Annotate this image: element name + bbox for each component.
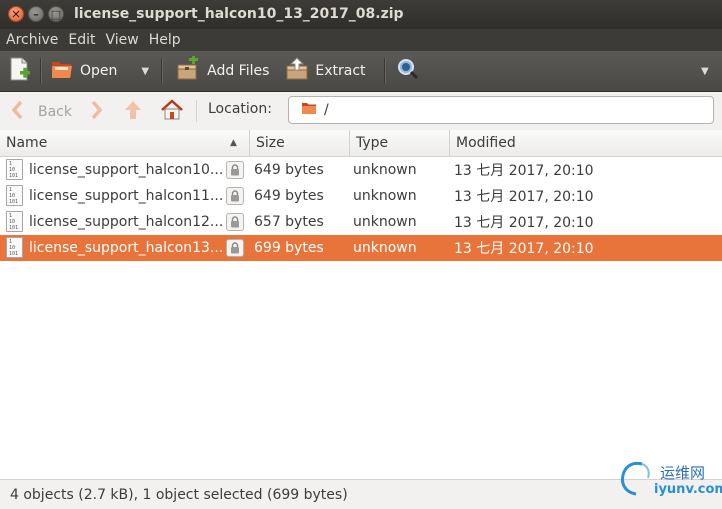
file-modified: 13 七月 2017, 20:10	[454, 215, 594, 231]
file-modified: 13 七月 2017, 20:10	[454, 241, 594, 257]
folder-icon	[301, 101, 317, 119]
menu-edit[interactable]: Edit	[64, 32, 99, 48]
chevron-left-icon	[10, 99, 24, 125]
title-bar: ✕ – □ license_support_halcon10_13_2017_0…	[0, 0, 722, 29]
menu-view[interactable]: View	[102, 32, 143, 48]
minimize-window-button[interactable]: –	[28, 6, 44, 22]
home-button[interactable]	[160, 98, 184, 126]
status-text: 4 objects (2.7 kB), 1 object selected (6…	[10, 486, 348, 503]
add-files-label: Add Files	[207, 63, 270, 79]
location-label: Location:	[208, 101, 272, 117]
toolbar-separator	[161, 58, 164, 84]
file-size: 699 bytes	[254, 240, 324, 256]
open-archive-icon	[50, 57, 74, 85]
column-header-modified[interactable]: Modified	[450, 130, 722, 156]
extract-label: Extract	[315, 63, 366, 79]
menu-archive[interactable]: Archive	[2, 32, 62, 48]
file-name: license_support_halcon11...	[29, 188, 224, 204]
menu-help[interactable]: Help	[145, 32, 185, 48]
toolbar: Open ▼ Add Files Extract ▼	[0, 51, 722, 92]
back-button[interactable]: Back	[10, 99, 72, 125]
file-icon: 1 10 101	[6, 185, 23, 206]
watermark-logo: 运维网 iyunv.com	[618, 456, 722, 504]
watermark-swirl-icon	[621, 461, 650, 496]
column-header-row: Name ▲ Size Type Modified	[0, 130, 722, 157]
extract-button[interactable]: Extract	[285, 55, 366, 87]
column-header-name[interactable]: Name ▲	[0, 130, 250, 156]
file-type: unknown	[353, 240, 417, 256]
status-bar: 4 objects (2.7 kB), 1 object selected (6…	[0, 479, 722, 509]
maximize-icon: □	[50, 7, 62, 21]
toolbar-separator	[40, 58, 42, 84]
lock-icon	[226, 161, 244, 179]
watermark-line1: 运维网	[660, 464, 706, 482]
toolbar-separator	[383, 58, 386, 84]
back-label: Back	[38, 104, 72, 120]
location-bar: Back Location: /	[0, 92, 722, 131]
file-type: unknown	[353, 214, 417, 230]
minimize-icon: –	[33, 7, 39, 21]
open-button[interactable]: Open ▼	[50, 55, 149, 87]
file-size: 657 bytes	[254, 214, 324, 230]
find-button[interactable]	[396, 55, 420, 87]
extract-icon	[285, 57, 309, 85]
open-label: Open	[80, 63, 118, 79]
column-header-type[interactable]: Type	[350, 130, 450, 156]
file-type: unknown	[353, 162, 417, 178]
file-name: license_support_halcon12...	[29, 214, 224, 230]
file-size: 649 bytes	[254, 188, 324, 204]
lock-icon	[226, 239, 244, 257]
sort-ascending-icon: ▲	[230, 138, 237, 148]
home-icon	[160, 98, 184, 126]
new-archive-icon	[8, 56, 32, 86]
menu-bar: Archive Edit View Help	[0, 29, 722, 51]
file-row-selected[interactable]: 1 10 101 license_support_halcon13... 699 b…	[0, 235, 722, 261]
location-path: /	[324, 102, 329, 118]
file-size: 649 bytes	[254, 162, 324, 178]
file-row[interactable]: 1 10 101 license_support_halcon10... 649 b…	[0, 157, 722, 183]
add-files-button[interactable]: Add Files	[175, 55, 269, 87]
lock-icon	[226, 187, 244, 205]
file-row[interactable]: 1 10 101 license_support_halcon11... 649 b…	[0, 183, 722, 209]
file-icon: 1 10 101	[6, 159, 23, 180]
file-row[interactable]: 1 10 101 license_support_halcon12... 657 b…	[0, 209, 722, 235]
search-icon	[396, 57, 420, 85]
add-files-icon	[175, 55, 201, 86]
toolbar-overflow-arrow-icon[interactable]: ▼	[701, 66, 709, 77]
maximize-window-button[interactable]: □	[48, 6, 64, 22]
column-header-size[interactable]: Size	[250, 130, 350, 156]
open-dropdown-arrow-icon[interactable]: ▼	[141, 66, 149, 77]
lock-icon	[226, 213, 244, 231]
file-icon: 1 10 101	[6, 211, 23, 232]
new-archive-button[interactable]	[8, 55, 32, 87]
close-window-button[interactable]: ✕	[8, 6, 24, 22]
arrow-up-icon	[122, 99, 144, 125]
file-modified: 13 七月 2017, 20:10	[454, 189, 594, 205]
up-button[interactable]	[122, 99, 144, 125]
file-modified: 13 七月 2017, 20:10	[454, 163, 594, 179]
file-name: license_support_halcon10...	[29, 162, 224, 178]
file-icon: 1 10 101	[6, 237, 23, 258]
window-title: license_support_halcon10_13_2017_08.zip	[74, 6, 404, 22]
file-name: license_support_halcon13...	[29, 240, 224, 256]
close-icon: ✕	[11, 7, 21, 21]
forward-button[interactable]	[90, 99, 104, 125]
watermark-line2: iyunv.com	[654, 482, 722, 497]
chevron-right-icon	[90, 99, 104, 125]
location-field[interactable]: /	[288, 96, 714, 124]
location-separator	[196, 100, 197, 122]
file-type: unknown	[353, 188, 417, 204]
